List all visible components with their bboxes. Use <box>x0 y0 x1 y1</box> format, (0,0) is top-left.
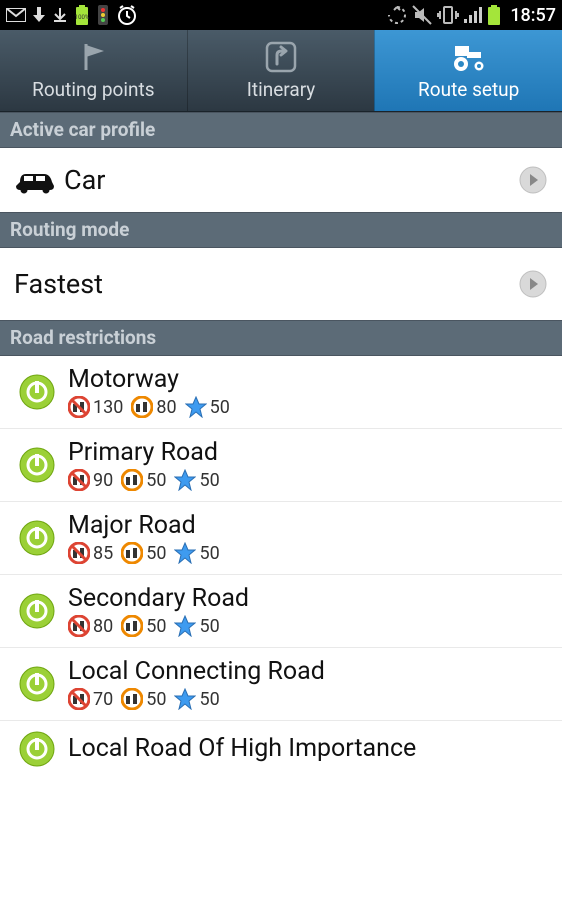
restriction-title: Primary Road <box>68 438 548 467</box>
download-icon <box>52 7 68 23</box>
power-toggle-icon[interactable] <box>14 592 60 630</box>
restriction-title: Local Road Of High Importance <box>68 734 548 763</box>
restriction-row[interactable]: Motorway 130 80 50 <box>0 356 562 429</box>
mail-icon <box>6 8 26 22</box>
mode-row[interactable]: Fastest <box>0 248 562 320</box>
star-icon <box>185 396 207 418</box>
svg-text:100%: 100% <box>75 14 90 21</box>
power-toggle-icon[interactable] <box>14 446 60 484</box>
tab-label: Routing points <box>32 78 154 101</box>
restriction-row[interactable]: Local Road Of High Importance <box>0 721 562 778</box>
chevron-right-icon <box>518 165 548 195</box>
tab-route-setup[interactable]: Route setup <box>374 30 562 111</box>
battery-icon <box>487 5 501 25</box>
signal-icon <box>464 7 482 23</box>
tab-routing-points[interactable]: Routing points <box>0 30 187 111</box>
status-right: 18:57 <box>387 5 556 26</box>
vibrate-icon <box>437 5 459 25</box>
status-bar: 100% 18:57 <box>0 0 562 30</box>
alarm-icon <box>116 4 138 26</box>
restriction-stats: 130 80 50 <box>68 396 548 418</box>
power-toggle-icon[interactable] <box>14 665 60 703</box>
turn-icon <box>264 40 298 74</box>
status-left: 100% <box>6 4 138 26</box>
traffic-icon <box>96 5 110 25</box>
no-urban-icon <box>68 396 90 418</box>
mute-icon <box>412 5 432 25</box>
restriction-stats: 85 50 50 <box>68 542 548 564</box>
power-toggle-icon[interactable] <box>14 373 60 411</box>
sync-icon <box>387 5 407 25</box>
restriction-title: Local Connecting Road <box>68 657 548 686</box>
star-icon <box>174 688 196 710</box>
urban-icon <box>121 688 143 710</box>
tab-label: Itinerary <box>247 78 316 101</box>
battery-full-icon: 100% <box>74 5 90 25</box>
section-header-restrictions: Road restrictions <box>0 320 562 356</box>
restriction-stats: 70 50 50 <box>68 688 548 710</box>
chevron-right-icon <box>518 269 548 299</box>
profile-value: Car <box>64 164 518 196</box>
urban-icon <box>121 469 143 491</box>
flag-icon <box>76 40 110 74</box>
no-urban-icon <box>68 615 90 637</box>
urban-icon <box>131 396 153 418</box>
tractor-icon <box>449 40 489 74</box>
restriction-list: Motorway 130 80 50 Primary Road 90 50 50… <box>0 356 562 778</box>
restriction-row[interactable]: Local Connecting Road 70 50 50 <box>0 648 562 721</box>
download-icon <box>32 7 46 23</box>
tab-label: Route setup <box>418 78 519 101</box>
restriction-row[interactable]: Secondary Road 80 50 50 <box>0 575 562 648</box>
restriction-title: Motorway <box>68 365 548 394</box>
restriction-row[interactable]: Major Road 85 50 50 <box>0 502 562 575</box>
restriction-title: Major Road <box>68 511 548 540</box>
restriction-row[interactable]: Primary Road 90 50 50 <box>0 429 562 502</box>
profile-row[interactable]: Car <box>0 148 562 212</box>
no-urban-icon <box>68 469 90 491</box>
star-icon <box>174 615 196 637</box>
section-header-profile: Active car profile <box>0 112 562 148</box>
section-header-mode: Routing mode <box>0 212 562 248</box>
status-time: 18:57 <box>510 5 556 26</box>
mode-value: Fastest <box>14 268 518 300</box>
restriction-stats: 90 50 50 <box>68 469 548 491</box>
power-toggle-icon[interactable] <box>14 519 60 557</box>
restriction-title: Secondary Road <box>68 584 548 613</box>
urban-icon <box>121 615 143 637</box>
urban-icon <box>121 542 143 564</box>
star-icon <box>174 542 196 564</box>
power-toggle-icon[interactable] <box>14 730 60 768</box>
no-urban-icon <box>68 542 90 564</box>
car-icon <box>14 166 56 194</box>
tab-itinerary[interactable]: Itinerary <box>187 30 375 111</box>
tabs: Routing points Itinerary Route setup <box>0 30 562 112</box>
no-urban-icon <box>68 688 90 710</box>
star-icon <box>174 469 196 491</box>
restriction-stats: 80 50 50 <box>68 615 548 637</box>
